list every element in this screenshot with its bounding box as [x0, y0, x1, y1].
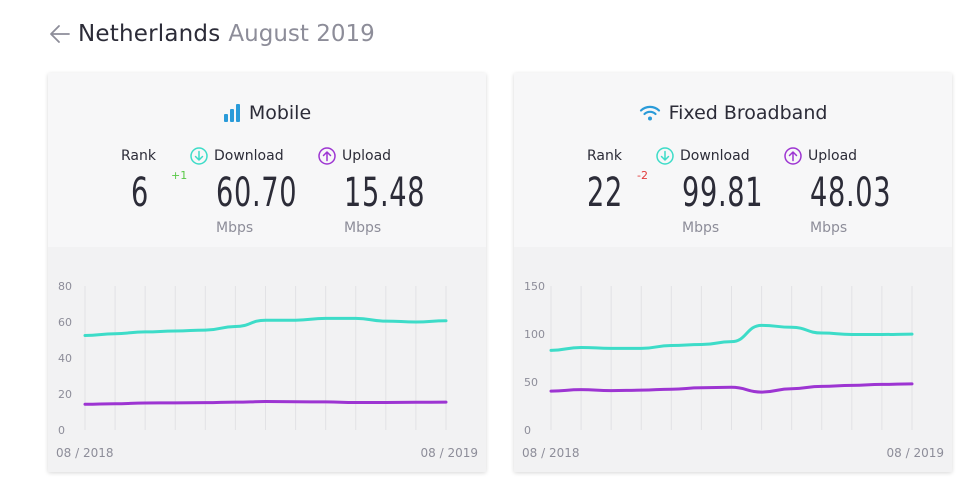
wifi-icon: [639, 105, 660, 121]
upload-arrow-icon: [784, 147, 802, 165]
mobile-speed-chart: 0 20 40 60 80 08 / 2018 08 / 2019: [56, 280, 478, 460]
mobile-rank-change: +1: [171, 169, 188, 182]
broadband-download-heading: Download: [656, 147, 750, 165]
broadband-upload-value: 48.03: [810, 170, 892, 216]
broadband-speed-chart: 0 50 100 150 08 / 2018 08 / 2019: [522, 280, 944, 460]
broadband-download-value: 99.81: [682, 170, 764, 216]
mobile-upload-unit: Mbps: [344, 220, 382, 236]
period-label: August 2019: [228, 21, 375, 47]
country-name: Netherlands: [78, 21, 221, 47]
y-tick-label: 100: [524, 328, 545, 341]
signal-bars-icon: [223, 104, 240, 122]
y-tick-label: 60: [58, 316, 72, 329]
y-tick-label: 20: [58, 388, 72, 401]
upload-arrow-icon: [318, 147, 336, 165]
y-tick-label: 80: [58, 280, 72, 293]
mobile-upload-value: 15.48: [344, 170, 426, 216]
broadband-heading: Fixed Broadband: [514, 102, 952, 124]
x-tick-label: 08 / 2018: [522, 446, 579, 460]
mobile-title: Mobile: [248, 102, 312, 124]
broadband-upload-heading: Upload: [784, 147, 857, 165]
broadband-upload-label: Upload: [808, 148, 858, 164]
broadband-title: Fixed Broadband: [668, 102, 828, 124]
mobile-download-value: 60.70: [216, 170, 298, 216]
page-header: Netherlands August 2019: [48, 17, 375, 51]
back-arrow-icon[interactable]: [48, 22, 72, 46]
x-tick-label: 08 / 2019: [887, 446, 944, 460]
mobile-download-unit: Mbps: [216, 220, 254, 236]
broadband-download-unit: Mbps: [682, 220, 720, 236]
x-tick-label: 08 / 2019: [421, 446, 478, 460]
broadband-rank-change: -2: [637, 169, 648, 182]
broadband-rank-label: Rank: [587, 148, 622, 164]
broadband-card: Fixed Broadband Rank Download Upload 22 …: [514, 73, 952, 472]
y-tick-label: 0: [58, 424, 65, 437]
mobile-rank-label: Rank: [121, 148, 156, 164]
download-arrow-icon: [656, 147, 674, 165]
broadband-download-label: Download: [680, 148, 750, 164]
broadband-rank-value: 22: [587, 170, 623, 216]
mobile-heading: Mobile: [48, 102, 486, 124]
mobile-rank-value: 6: [131, 170, 149, 216]
mobile-download-heading: Download: [190, 147, 284, 165]
mobile-download-label: Download: [214, 148, 284, 164]
broadband-upload-unit: Mbps: [810, 220, 848, 236]
y-tick-label: 150: [524, 280, 545, 293]
mobile-card: Mobile Rank Download Upload 6 +1 60.70 1…: [48, 73, 486, 472]
mobile-upload-heading: Upload: [318, 147, 391, 165]
mobile-upload-label: Upload: [342, 148, 392, 164]
download-arrow-icon: [190, 147, 208, 165]
x-tick-label: 08 / 2018: [56, 446, 113, 460]
y-tick-label: 40: [58, 352, 72, 365]
y-tick-label: 50: [524, 376, 538, 389]
y-tick-label: 0: [524, 424, 531, 437]
